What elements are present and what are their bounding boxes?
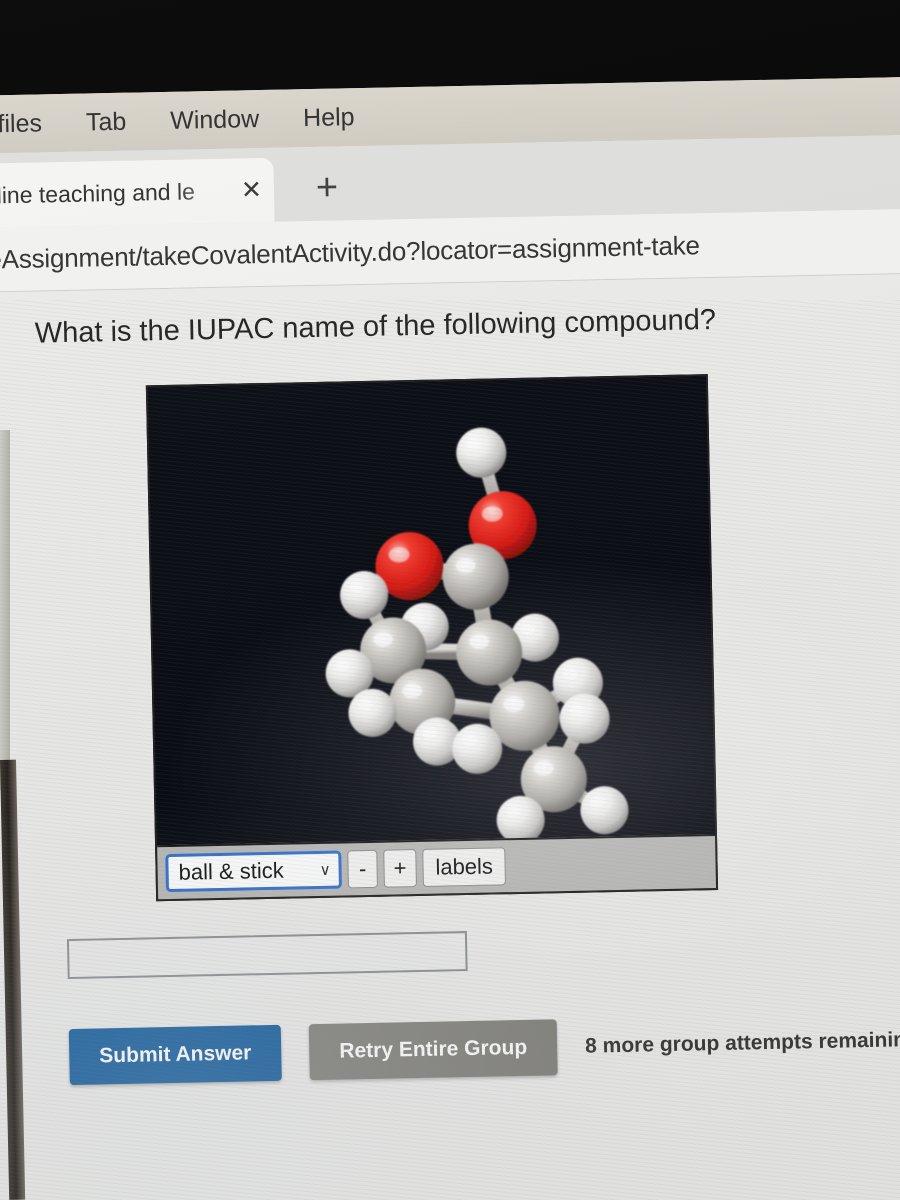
browser-tab-title: Online teaching and le: [0, 177, 196, 209]
molecule-viewer-canvas[interactable]: [147, 376, 716, 850]
menu-item-profiles[interactable]: Profiles: [0, 109, 42, 140]
laptop-screen: Profiles Tab Window Help Online teaching…: [0, 76, 900, 1200]
question-text: What is the IUPAC name of the following …: [34, 303, 717, 350]
address-bar-url: takeAssignment/takeCovalentActivity.do?l…: [0, 229, 701, 275]
new-tab-button[interactable]: +: [315, 166, 338, 208]
attempts-remaining-text: 8 more group attempts remaining: [584, 1027, 900, 1058]
zoom-in-button[interactable]: +: [383, 849, 417, 888]
labels-button[interactable]: labels: [422, 847, 507, 887]
zoom-out-button[interactable]: -: [347, 849, 378, 889]
action-button-row: Submit Answer Retry Entire Group 8 more …: [68, 1012, 900, 1086]
answer-text-field[interactable]: [68, 933, 466, 978]
browser-tab[interactable]: Online teaching and le ✕: [0, 157, 275, 229]
render-style-value: ball & stick: [178, 857, 285, 885]
photo-of-laptop-screen: Profiles Tab Window Help Online teaching…: [0, 0, 900, 1200]
molecule-3d-model: [325, 427, 629, 844]
retry-entire-group-button[interactable]: Retry Entire Group: [308, 1019, 558, 1081]
menu-item-help[interactable]: Help: [303, 103, 355, 133]
page-content: What is the IUPAC name of the following …: [0, 273, 900, 1200]
answer-input[interactable]: [66, 931, 468, 980]
render-style-select[interactable]: ball & stick ∨: [165, 850, 342, 893]
close-icon[interactable]: ✕: [241, 176, 263, 204]
menu-item-tab[interactable]: Tab: [86, 107, 127, 137]
molecule-applet: ball & stick ∨ - + labels: [145, 374, 719, 902]
menu-item-window[interactable]: Window: [170, 105, 259, 136]
chevron-down-icon: ∨: [319, 861, 331, 879]
submit-answer-button[interactable]: Submit Answer: [68, 1024, 282, 1086]
screen-bezel-highlight: [0, 430, 10, 790]
molecule-toolbar: ball & stick ∨ - + labels: [157, 834, 717, 900]
